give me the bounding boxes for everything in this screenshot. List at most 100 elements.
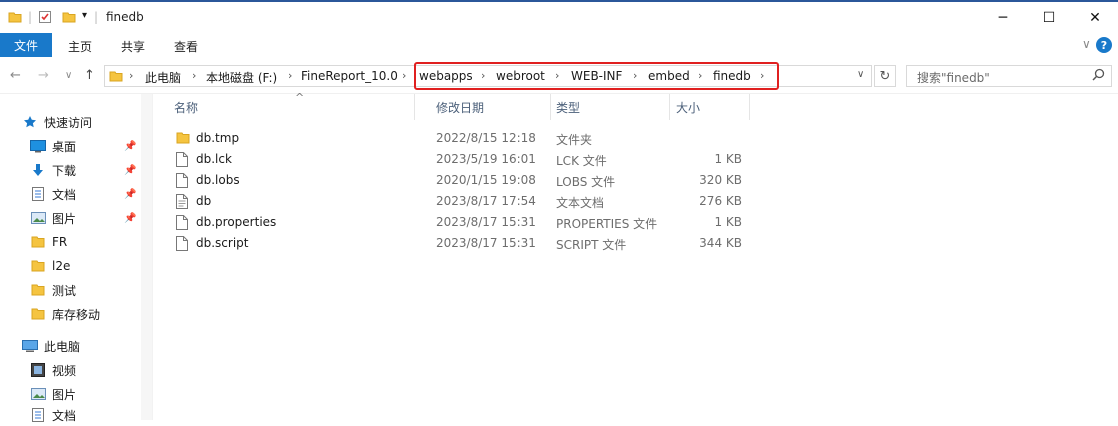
- tab-home[interactable]: 主页: [68, 38, 92, 55]
- sidebar-this-pc[interactable]: 此电脑: [22, 335, 80, 357]
- sidebar-item-l2e[interactable]: l2e: [30, 255, 70, 277]
- sidebar-item-label: 下载: [52, 163, 77, 178]
- sidebar-item-label: 库存移动: [52, 307, 101, 322]
- customize-toolbar-icon[interactable]: ▾: [82, 10, 87, 21]
- column-header-size[interactable]: 大小: [676, 94, 746, 120]
- sidebar-item-videos[interactable]: 视频: [30, 359, 76, 381]
- sidebar-item-downloads[interactable]: 下载: [30, 159, 76, 181]
- folder-icon: [176, 131, 190, 147]
- folder-icon: [8, 10, 22, 27]
- path-highlight-box: [414, 62, 779, 90]
- file-size: 344 KB: [699, 236, 742, 250]
- file-icon: [176, 215, 190, 231]
- tab-view[interactable]: 查看: [174, 38, 198, 55]
- column-header-name[interactable]: 名称: [174, 94, 414, 120]
- sidebar-item-test[interactable]: 测试: [30, 279, 76, 301]
- folder-icon: [30, 235, 46, 249]
- file-type: PROPERTIES 文件: [556, 217, 658, 231]
- column-divider[interactable]: [669, 94, 670, 120]
- text-file-icon: [176, 194, 190, 210]
- title-bar: | ▾ | finedb ─ ☐ ✕: [0, 0, 1118, 33]
- table-row[interactable]: db.properties 2023/8/17 15:31 PROPERTIES…: [170, 212, 750, 233]
- close-button[interactable]: ✕: [1072, 2, 1118, 33]
- file-type: SCRIPT 文件: [556, 238, 627, 252]
- sidebar-item-label: 文档: [52, 187, 77, 202]
- folder-icon: [109, 69, 123, 86]
- sidebar-item-label: 快速访问: [44, 115, 93, 130]
- table-row[interactable]: db.script 2023/8/17 15:31 SCRIPT 文件 344 …: [170, 233, 750, 254]
- sidebar-item-label: 此电脑: [44, 339, 81, 354]
- back-button[interactable]: ←: [10, 68, 21, 83]
- file-name: db.tmp: [196, 131, 240, 145]
- file-name: db.properties: [196, 215, 277, 229]
- sidebar-item-label: 桌面: [52, 139, 77, 154]
- sidebar-item-label: l2e: [52, 259, 71, 273]
- breadcrumb-local-disk[interactable]: 本地磁盘 (F:): [206, 69, 277, 86]
- search-icon[interactable]: [1092, 68, 1105, 85]
- pin-icon[interactable]: 📌: [124, 165, 136, 176]
- file-icon: [176, 236, 190, 252]
- forward-button[interactable]: →: [38, 68, 49, 83]
- picture-icon: [30, 211, 46, 225]
- table-row[interactable]: db.lobs 2020/1/15 19:08 LOBS 文件 320 KB: [170, 170, 750, 191]
- search-input[interactable]: 搜索"finedb": [917, 69, 990, 86]
- pin-icon[interactable]: 📌: [124, 141, 136, 152]
- breadcrumb-finereport[interactable]: FineReport_10.0: [301, 69, 398, 83]
- help-icon[interactable]: ?: [1096, 37, 1112, 53]
- tab-file[interactable]: 文件: [0, 33, 52, 57]
- file-name: db.lobs: [196, 173, 240, 187]
- sidebar-item-documents[interactable]: 文档: [30, 183, 76, 205]
- picture-icon: [30, 387, 46, 401]
- table-row[interactable]: db.lck 2023/5/19 16:01 LCK 文件 1 KB: [170, 149, 750, 170]
- maximize-button[interactable]: ☐: [1026, 2, 1072, 33]
- minimize-button[interactable]: ─: [980, 2, 1026, 33]
- breadcrumb-this-pc[interactable]: 此电脑: [145, 69, 181, 86]
- sidebar-item-inventory[interactable]: 库存移动: [30, 303, 100, 325]
- sidebar-quick-access[interactable]: 快速访问: [22, 111, 92, 133]
- tab-share[interactable]: 共享: [121, 38, 145, 55]
- pin-icon[interactable]: 📌: [124, 189, 136, 200]
- sidebar-item-label: 视频: [52, 363, 77, 378]
- file-icon: [176, 173, 190, 189]
- pin-icon[interactable]: 📌: [124, 213, 136, 224]
- folder-icon: [30, 283, 46, 297]
- video-icon: [30, 363, 46, 377]
- new-folder-icon[interactable]: [62, 10, 76, 27]
- ribbon-collapse-icon[interactable]: ∨: [1082, 37, 1091, 51]
- folder-icon: [30, 307, 46, 321]
- sidebar-item-pc-documents[interactable]: 文档: [30, 404, 76, 426]
- file-icon: [176, 152, 190, 168]
- sidebar-item-label: 文档: [52, 408, 77, 423]
- column-header-type[interactable]: 类型: [556, 94, 666, 120]
- column-header-date[interactable]: 修改日期: [436, 94, 546, 120]
- up-button[interactable]: ↑: [84, 68, 95, 83]
- star-icon: [22, 115, 38, 129]
- column-divider[interactable]: [414, 94, 415, 120]
- pane-divider[interactable]: [152, 94, 153, 420]
- file-date: 2023/8/17 17:54: [436, 194, 536, 208]
- sidebar-item-label: 图片: [52, 387, 77, 402]
- sidebar-scrollbar[interactable]: [141, 94, 152, 420]
- file-name: db.script: [196, 236, 249, 250]
- recent-locations-button[interactable]: ∨: [65, 70, 72, 81]
- address-dropdown-icon[interactable]: ∨: [857, 69, 864, 80]
- column-divider[interactable]: [550, 94, 551, 120]
- table-row[interactable]: db.tmp 2022/8/15 12:18 文件夹: [170, 128, 750, 149]
- document-icon: [30, 187, 46, 201]
- column-divider[interactable]: [749, 94, 750, 120]
- file-type: 文件夹: [556, 133, 593, 147]
- file-name: db.lck: [196, 152, 232, 166]
- sidebar-item-pictures[interactable]: 图片: [30, 207, 76, 229]
- search-box[interactable]: 搜索"finedb": [906, 65, 1112, 87]
- table-row[interactable]: db 2023/8/17 17:54 文本文档 276 KB: [170, 191, 750, 212]
- sidebar-item-pc-pictures[interactable]: 图片: [30, 383, 76, 405]
- sidebar-item-label: 图片: [52, 211, 77, 226]
- sidebar-item-desktop[interactable]: 桌面: [30, 135, 76, 157]
- refresh-button[interactable]: ↻: [874, 65, 896, 87]
- properties-icon[interactable]: [38, 10, 52, 27]
- file-size: 1 KB: [714, 215, 742, 229]
- navigation-pane: 快速访问 桌面 📌 下载 📌 文档 📌 图片 📌 FR l2e 测试 库存移动 …: [0, 94, 152, 423]
- sidebar-item-fr[interactable]: FR: [30, 231, 67, 253]
- computer-icon: [22, 339, 38, 353]
- file-size: 276 KB: [699, 194, 742, 208]
